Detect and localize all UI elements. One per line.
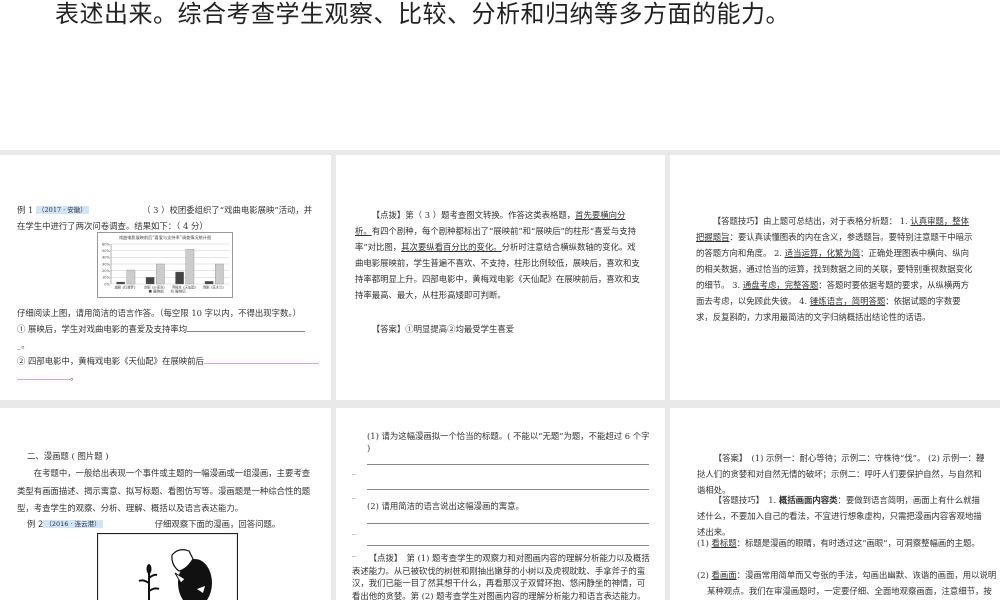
x-tick-label: 越剧《红楼梦》 <box>115 285 137 290</box>
y-tick-label: 10% <box>102 276 111 280</box>
answer-blank-1[interactable] <box>187 331 306 332</box>
slide-body-text: 表述出来。综合考查学生观察、比较、分析和归纳等多方面的能力。 <box>55 0 790 28</box>
item-text: ：标题是漫画的眼睛，有时透过这“画眼”，可洞察整幅画的主题。 <box>736 538 980 548</box>
bar-展映前 <box>145 277 155 285</box>
answer-blank-2b[interactable] <box>17 379 70 380</box>
tip-key-2: 适当运算，化繁为简 <box>784 248 861 258</box>
item-number: (1) <box>697 538 712 548</box>
dash: _ <box>352 526 356 535</box>
tips-paragraph: 【答题技巧】由上题可总结出，对于表格分析题： 1. 认真审题，整体把握题旨：要认… <box>696 213 976 325</box>
answer-paragraph: 【答案】 (1) 示例一：耐心等待；示例二：守株待“伐”。 (2) 示例一：鞭挞… <box>697 453 985 495</box>
bar-展映后 <box>215 263 224 285</box>
item-number: (2) <box>697 570 712 580</box>
question-1-end: _。 <box>17 340 30 350</box>
legend-swatch <box>148 289 152 293</box>
tip-key-3: 通盘考虑，完整答题 <box>742 280 819 290</box>
example-1-question: 例 1 （2017 · 安徽） （ 3 ）校团委组织了“戏曲电影展映”活动，并在… <box>17 202 319 234</box>
hint-key-point: 其次要纵看百分比的变化。 <box>401 242 502 252</box>
item-key: 看画面 <box>711 570 737 580</box>
y-tick-label: 50% <box>102 249 111 253</box>
y-tick-label: 0% <box>104 282 110 286</box>
slide-thumbnail-1[interactable]: 例 1 （2017 · 安徽） （ 3 ）校团委组织了“戏曲电影展映”活动，并在… <box>0 155 331 400</box>
answer-line[interactable] <box>367 489 649 490</box>
legend-label: 展映后 <box>175 289 186 294</box>
tip-category: 概括画面内容类 <box>778 495 838 505</box>
item-text: ：漫画常用简单而又夸张的手法，勾画出幽默、诙谐的画面，用以说明某种观点。我们在审… <box>707 570 997 596</box>
y-tick-label: 60% <box>102 242 111 246</box>
tips-paragraph: 【答题技巧】 1. 概括画面内容类：要做到语言简明，画面上有什么就描述什么，不要… <box>697 492 985 540</box>
hint-text: 【点拨】第（ 3 ）题考查图文转换。作答这类表格题， <box>371 210 576 220</box>
y-tick-label: 30% <box>102 262 111 266</box>
bar-展映前 <box>116 281 125 285</box>
hint-paragraph: 【点拨】第（ 3 ）题考查图文转换。作答这类表格题，首先要横向分析。有四个剧种，… <box>355 207 642 303</box>
tip-item-2: (2) 看画面：漫画常用简单而又夸张的手法，勾画出幽默、诙谐的画面，用以说明某种… <box>697 567 997 600</box>
prompt-text: 仔细观察下面的漫画，回答问题。 <box>154 519 281 529</box>
top-slide-preview[interactable]: 表述出来。综合考查学生观察、比较、分析和归纳等多方面的能力。 <box>0 0 1000 150</box>
question-2-text: ② 四部电影中，黄梅戏电影《天仙配》在展映前后 <box>17 356 204 366</box>
question-1-text: ① 展映后，学生对戏曲电影的喜爱及支持率均 <box>17 324 188 334</box>
bar-展映后 <box>126 269 136 285</box>
bar-chart: 戏曲电影展映前后“喜爱与支持率”调查情况统计图 0% 10% 20% 30% 40% 50… <box>97 232 233 298</box>
x-tick-label: 豫剧《花木兰》 <box>203 285 225 290</box>
bar-展映前 <box>204 281 214 285</box>
item-key: 看标题 <box>711 538 737 548</box>
dash: _ <box>352 466 356 475</box>
example-label: 例 2 <box>27 519 44 529</box>
dash: _ <box>352 490 356 499</box>
instruction-text: 仔细阅读上图，请用简洁的语言作答。（每空限 10 字以内，不得出现字数。） <box>17 308 301 318</box>
question-1: ① 展映后，学生对戏曲电影的喜爱及支持率均 <box>17 321 322 337</box>
example-label: 例 1 <box>17 205 34 215</box>
section-intro: 在考题中，一般给出表现一个事件或主题的一幅漫画或一组漫画，主要考查类型有画面描述… <box>17 468 311 513</box>
chart-title: 戏曲电影展映前后“喜爱与支持率”调查情况统计图 <box>119 234 211 241</box>
bar-展映前 <box>175 271 184 285</box>
source-tag: （2017 · 安徽） <box>36 206 89 214</box>
slide-thumbnail-4[interactable]: 二、漫画题 ( 图片题 ) 在考题中，一般给出表现一个事件或主题的一幅漫画或一组… <box>0 408 331 600</box>
question-2-end-text: 。 <box>70 372 79 382</box>
question-2-text: (2) 请用简洁的语言说出这幅漫画的寓意。 <box>367 501 524 511</box>
y-tick-label: 20% <box>102 269 111 273</box>
question-1-text: (1) 请为这幅漫画拟一个恰当的标题。( 不能以“无题”为题，不能超过 6 个字… <box>367 431 650 453</box>
slide-thumbnail-3[interactable]: 【答题技巧】由上题可总结出，对于表格分析题： 1. 认真审题，整体把握题旨：要认… <box>670 155 1000 400</box>
question-2-end: 。 <box>17 369 78 385</box>
section-heading: 二、漫画题 ( 图片题 ) <box>27 451 109 461</box>
answer-blank-2[interactable] <box>203 363 319 364</box>
tips-text: 【答题技巧】 1. <box>713 495 779 505</box>
example-2-prompt: 例 2 （2016 · 连云港） 仔细观察下面的漫画，回答问题。 <box>27 516 323 532</box>
legend-label: 展映前 <box>153 289 164 294</box>
source-tag: （2016 · 连云港） <box>43 520 103 528</box>
tips-text: 【答题技巧】由上题可总结出，对于表格分析题： 1. <box>712 216 911 226</box>
tip-key-4: 锤炼语言，简明答题 <box>809 296 886 306</box>
legend-swatch <box>170 289 174 293</box>
question-2: ② 四部电影中，黄梅戏电影《天仙配》在展映前后 <box>17 353 322 369</box>
bar-展映后 <box>185 249 195 285</box>
slide-thumbnail-6[interactable]: 【答案】 (1) 示例一：耐心等待；示例二：守株待“伐”。 (2) 示例一：鞭挞… <box>670 408 1000 600</box>
cartoon-image <box>97 533 238 600</box>
answer-text: 【答案】①明显提高②均最受学生喜爱 <box>371 324 515 334</box>
answer-line[interactable] <box>367 464 649 465</box>
y-tick-label: 40% <box>102 256 111 260</box>
hint-paragraph: 【点拨】 第 (1) 题考查学生的观察力和对图画内容的理解分析能力以及概括表述能… <box>352 553 650 600</box>
answer-line[interactable] <box>367 523 649 524</box>
tip-item-1: (1) 看标题：标题是漫画的眼睛，有时透过这“画眼”，可洞察整幅画的主题。 <box>697 535 997 551</box>
slide-thumbnail-5[interactable]: (1) 请为这幅漫画拟一个恰当的标题。( 不能以“无题”为题，不能超过 6 个字… <box>336 408 665 600</box>
slide-thumbnail-2[interactable]: 【点拨】第（ 3 ）题考查图文转换。作答这类表格题，首先要横向分析。有四个剧种，… <box>336 155 665 400</box>
answer-line[interactable] <box>367 545 649 546</box>
bar-展映后 <box>156 263 165 285</box>
